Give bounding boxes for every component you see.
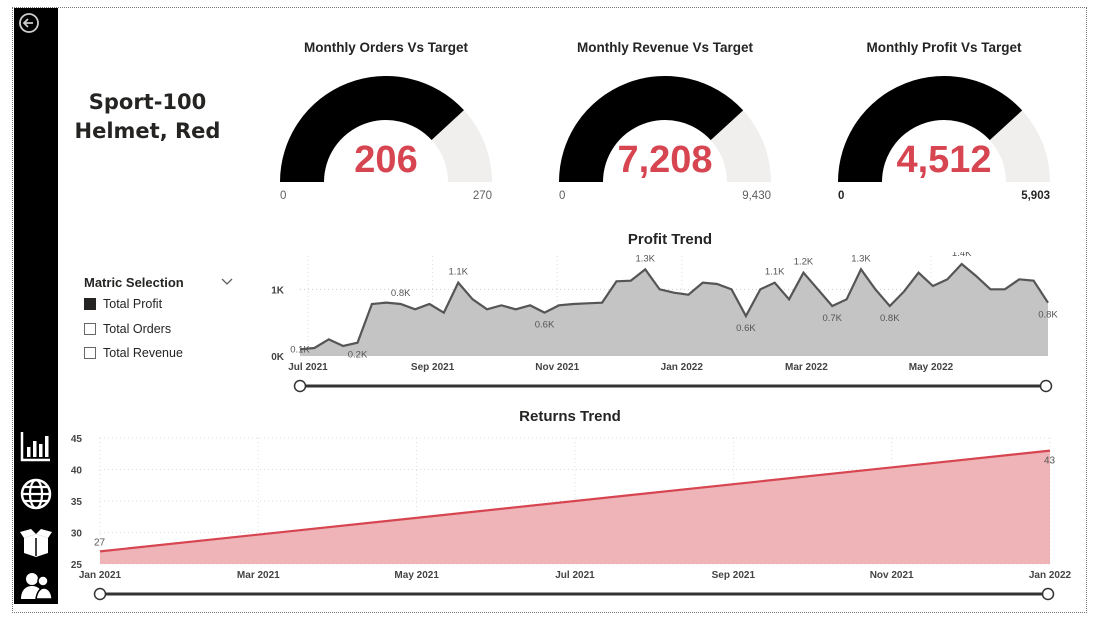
y-tick-label: 30 xyxy=(71,529,83,540)
y-tick-label: 1K xyxy=(271,285,285,296)
slicer-item-label: Total Profit xyxy=(103,297,163,312)
slider-start-handle xyxy=(93,587,107,601)
data-label: 0.6K xyxy=(535,320,555,331)
profit-trend-chart: Jul 2021 Sep 2021 Nov 2021 Jan 2022 Mar 2022… xyxy=(271,252,1058,393)
orders-gauge[interactable]: Monthly Orders Vs Target 206 0 270 xyxy=(266,36,506,216)
x-tick-label: Jan 2022 xyxy=(661,362,704,373)
data-label: 0.8K xyxy=(880,313,900,324)
bar-chart-icon[interactable] xyxy=(16,426,56,466)
gauge-value: 7,208 xyxy=(617,139,713,181)
slicer-item-total-orders[interactable]: Total Orders xyxy=(84,317,234,342)
data-label: 0.7K xyxy=(822,313,842,324)
x-tick-label: Sep 2021 xyxy=(411,362,455,373)
checkbox[interactable] xyxy=(84,347,96,360)
slicer-title: Matric Selection xyxy=(84,274,184,290)
slicer-item-total-revenue[interactable]: Total Revenue xyxy=(84,341,234,366)
area-fill xyxy=(100,450,1050,564)
x-tick-label: Mar 2021 xyxy=(237,570,280,581)
x-tick-label: Jan 2022 xyxy=(1029,570,1072,581)
checkbox-checked[interactable] xyxy=(84,298,96,311)
gauge-arc xyxy=(838,75,1050,182)
y-tick-label: 35 xyxy=(71,497,83,508)
data-label: 1.1K xyxy=(765,267,785,278)
checkbox[interactable] xyxy=(84,322,96,335)
profit-trend-title: Profit Trend xyxy=(627,231,713,248)
x-tick-label: Mar 2022 xyxy=(785,362,828,373)
slicer-item-label: Total Orders xyxy=(103,321,172,336)
x-tick-label: Sep 2021 xyxy=(712,570,756,581)
returns-trend-title: Returns Trend xyxy=(519,408,621,425)
data-label: 0.1K xyxy=(290,344,310,355)
data-label: 0.8K xyxy=(391,288,411,299)
revenue-gauge[interactable]: Monthly Revenue Vs Target 7,208 0 9,430 xyxy=(545,36,785,216)
x-tick-label: Nov 2021 xyxy=(535,362,579,373)
profit-gauge[interactable]: Monthly Profit Vs Target 4,512 0 5,903 xyxy=(824,36,1064,216)
returns-trend-chart: 2530354045Jan 2021 Mar 2021 May 2021 Jul 20… xyxy=(71,434,1072,601)
slicer-item-label: Total Revenue xyxy=(103,346,183,361)
x-tick-label: Jul 2021 xyxy=(555,570,595,581)
gauge-min-label: 0 xyxy=(559,190,566,202)
box-icon[interactable] xyxy=(16,522,56,562)
gauge-value: 206 xyxy=(354,139,418,181)
sidebar xyxy=(14,8,58,604)
x-tick-label: Jan 2021 xyxy=(79,570,122,581)
data-label: 1.3K xyxy=(635,253,655,264)
product-title-line2: Helmet, Red xyxy=(74,119,221,143)
y-tick-label: 45 xyxy=(71,434,83,445)
gauge-max-label: 270 xyxy=(472,190,492,202)
slider-end-handle xyxy=(1039,379,1053,393)
chevron-down-icon[interactable] xyxy=(220,277,234,287)
gauge-arc xyxy=(559,75,771,182)
data-label: 0.2K xyxy=(348,350,368,361)
y-tick-label: 0K xyxy=(271,352,285,363)
data-label: 1.3K xyxy=(851,253,871,264)
x-tick-label: May 2022 xyxy=(909,362,954,373)
users-icon[interactable] xyxy=(16,566,56,606)
x-tick-label: Nov 2021 xyxy=(870,570,914,581)
data-label: 1.2K xyxy=(794,257,814,268)
data-label: 1.1K xyxy=(448,267,468,278)
x-tick-label: May 2021 xyxy=(394,570,439,581)
metric-selection-slicer: Matric Selection Total Profit Total Orde… xyxy=(84,272,234,366)
data-label: 0.8K xyxy=(1038,310,1058,321)
slider-end-handle xyxy=(1041,587,1055,601)
gauge-max-label: 5,903 xyxy=(1021,190,1050,202)
product-title: Sport-100 Helmet, Red xyxy=(70,88,225,146)
gauge-max-label: 9,430 xyxy=(742,190,771,202)
gauge-value: 4,512 xyxy=(896,139,992,181)
area-fill xyxy=(300,264,1048,356)
back-arrow-icon[interactable] xyxy=(17,11,41,35)
data-label: 27 xyxy=(94,537,106,548)
product-title-line1: Sport-100 xyxy=(88,90,207,114)
gauge-arc xyxy=(280,76,492,182)
globe-icon[interactable] xyxy=(16,474,56,514)
x-tick-label: Jul 2021 xyxy=(288,362,328,373)
slicer-item-total-profit[interactable]: Total Profit xyxy=(84,292,234,317)
slider-start-handle xyxy=(293,379,307,393)
data-label: 1.4K xyxy=(952,252,972,259)
data-label: 43 xyxy=(1044,456,1056,467)
gauge-min-label: 0 xyxy=(280,190,287,202)
gauge-min-label: 0 xyxy=(838,190,845,202)
y-tick-label: 40 xyxy=(71,466,83,477)
data-label: 0.6K xyxy=(736,323,756,334)
